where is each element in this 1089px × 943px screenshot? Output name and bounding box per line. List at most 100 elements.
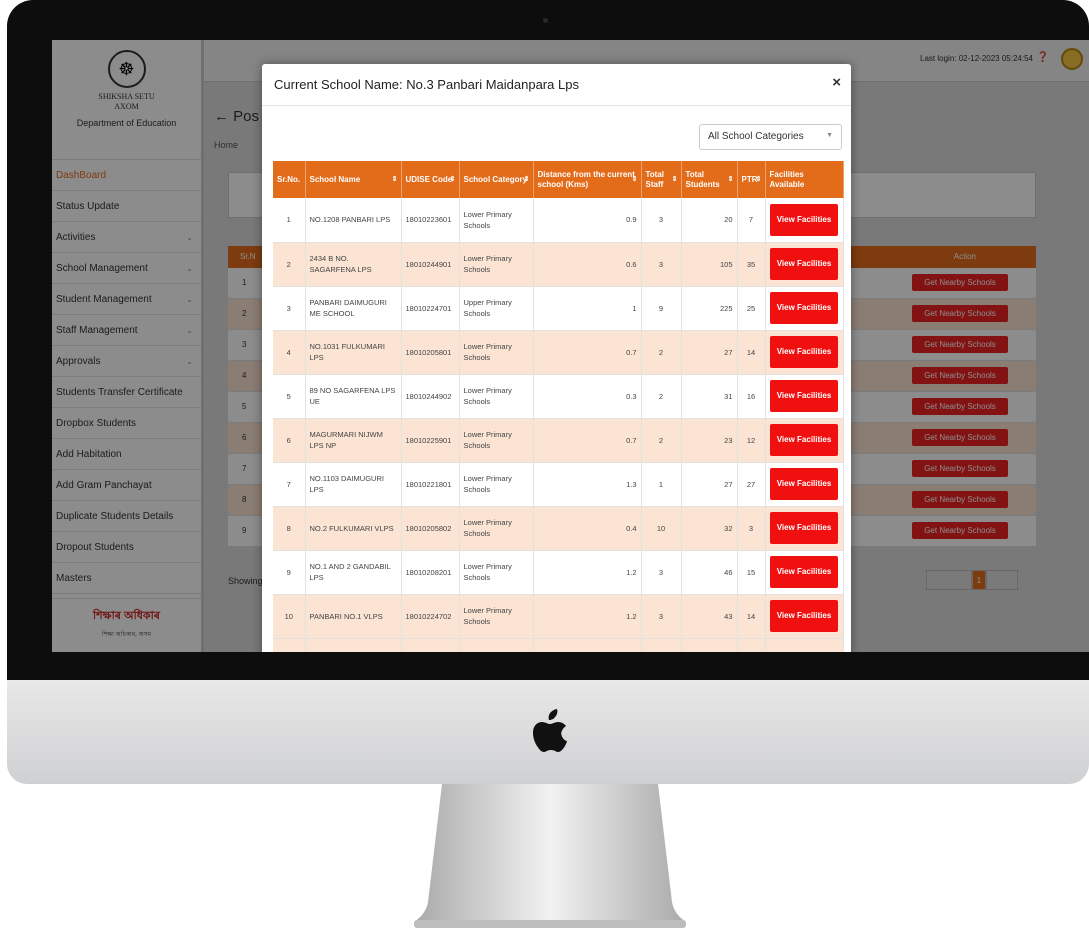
column-header-label: Total Students xyxy=(685,169,720,189)
cell-ptr: 15 xyxy=(737,550,766,595)
column-header[interactable]: UDISE Code ⇕ xyxy=(401,161,460,198)
table-row: 9 NO.1 AND 2 GANDABIL LPS 18010208201 Lower… xyxy=(273,550,844,595)
cell-udise: 18010225901 xyxy=(401,418,460,463)
cell-distance: 0.7 xyxy=(533,418,642,463)
cell-ptr: 3 xyxy=(737,506,766,551)
get-nearby-schools-button[interactable]: Get Nearby Schools xyxy=(912,398,1008,415)
cell-udise: 18010208201 xyxy=(401,550,460,595)
get-nearby-schools-button[interactable]: Get Nearby Schools xyxy=(912,367,1008,384)
sidebar-item-label: Add Gram Panchayat xyxy=(56,479,152,491)
empty-cell xyxy=(641,638,682,652)
avatar[interactable] xyxy=(1061,48,1083,70)
cell-category: Lower Primary Schools xyxy=(459,418,534,463)
cell-sr: 4 xyxy=(273,330,306,375)
sidebar-item-label: Dropbox Students xyxy=(56,417,137,429)
get-nearby-schools-button[interactable]: Get Nearby Schools xyxy=(912,274,1008,291)
sort-icon[interactable]: ⇕ xyxy=(392,175,398,185)
view-facilities-button[interactable]: View Facilities xyxy=(770,600,838,632)
bg-row-number: 3 xyxy=(242,340,247,349)
sidebar-item[interactable]: Duplicate Students Details xyxy=(52,501,201,532)
sidebar-item-label: Activities xyxy=(56,231,96,243)
cell-udise: 18010221801 xyxy=(401,462,460,507)
sidebar-item[interactable]: Dropbox Students xyxy=(52,408,201,439)
sort-icon[interactable]: ⇕ xyxy=(450,175,456,185)
column-header[interactable]: School Category ⇕ xyxy=(459,161,534,198)
view-facilities-button[interactable]: View Facilities xyxy=(770,203,838,236)
get-nearby-schools-button[interactable]: Get Nearby Schools xyxy=(912,429,1008,446)
column-header-label: Sr.No. xyxy=(277,174,301,184)
cell-name: NO.1031 FULKUMARI LPS xyxy=(305,330,402,375)
department-name: Department of Education xyxy=(76,118,177,128)
sidebar-item-label: Staff Management xyxy=(56,324,138,336)
view-facilities-button[interactable]: View Facilities xyxy=(770,336,838,368)
cell-category: Lower Primary Schools xyxy=(459,330,534,375)
cell-students: 27 xyxy=(681,462,738,507)
next-page-button[interactable] xyxy=(986,570,1018,590)
sort-icon[interactable]: ⇕ xyxy=(632,175,638,185)
sidebar-item[interactable]: Add Habitation xyxy=(52,439,201,470)
column-header[interactable]: PTR ⇕ xyxy=(737,161,766,198)
sort-icon[interactable]: ⇕ xyxy=(728,175,734,185)
breadcrumb[interactable]: Home xyxy=(214,140,238,150)
get-nearby-schools-button[interactable]: Get Nearby Schools xyxy=(912,522,1008,539)
table-row: 1 NO.1208 PANBARI LPS 18010223601 Lower Pri… xyxy=(273,198,844,243)
sidebar-item[interactable]: Dropout Students xyxy=(52,532,201,563)
bg-row-number: 6 xyxy=(242,433,247,442)
current-page-button[interactable]: 1 xyxy=(972,570,986,590)
view-facilities-button[interactable]: View Facilities xyxy=(770,468,838,500)
sidebar-item[interactable]: Status Update xyxy=(52,191,201,222)
table-body: 1 NO.1208 PANBARI LPS 18010223601 Lower Pri… xyxy=(273,198,844,652)
cell-students: 105 xyxy=(681,242,738,287)
view-facilities-button[interactable]: View Facilities xyxy=(770,512,838,544)
cell-staff: 3 xyxy=(641,550,682,595)
column-header[interactable]: Total Students ⇕ xyxy=(681,161,738,198)
sidebar-item[interactable]: Student Management ⌄ xyxy=(52,284,201,315)
chevron-down-icon: ⌄ xyxy=(186,263,193,273)
sidebar-item[interactable]: DashBoard xyxy=(52,160,201,191)
apple-logo-icon xyxy=(533,709,567,752)
view-facilities-button[interactable]: View Facilities xyxy=(770,556,838,588)
cell-distance: 0.6 xyxy=(533,242,642,287)
bg-row-number: 4 xyxy=(242,371,247,380)
prev-page-button[interactable] xyxy=(926,570,972,590)
view-facilities-button[interactable]: View Facilities xyxy=(770,248,838,280)
sort-icon[interactable]: ⇕ xyxy=(524,175,530,185)
sidebar-item-label: School Management xyxy=(56,262,148,274)
sidebar-item[interactable]: School Management ⌄ xyxy=(52,253,201,284)
sidebar-item-label: Masters xyxy=(56,572,92,584)
page-title[interactable]: ← Pos xyxy=(214,108,259,125)
sidebar-item[interactable]: Activities ⌄ xyxy=(52,222,201,253)
column-header[interactable]: School Name ⇕ xyxy=(305,161,402,198)
cell-staff: 3 xyxy=(641,198,682,243)
cell-category: Lower Primary Schools xyxy=(459,242,534,287)
get-nearby-schools-button[interactable]: Get Nearby Schools xyxy=(912,460,1008,477)
column-header-label: Facilities Available xyxy=(769,169,805,189)
table-row: 10 PANBARI NO.1 VLPS 18010224702 Lower Prim… xyxy=(273,594,844,639)
help-icon[interactable]: ❓ xyxy=(1037,52,1049,63)
get-nearby-schools-button[interactable]: Get Nearby Schools xyxy=(912,305,1008,322)
cell-udise: 18010224701 xyxy=(401,286,460,331)
sort-icon[interactable]: ⇕ xyxy=(672,175,678,185)
close-icon[interactable]: × xyxy=(832,74,841,91)
column-header-label: UDISE Code xyxy=(405,174,453,184)
table-row: 6 MAGURMARI NIJWM LPS NP 18010225901 Lower … xyxy=(273,418,844,463)
column-header[interactable]: Total Staff ⇕ xyxy=(641,161,682,198)
get-nearby-schools-button[interactable]: Get Nearby Schools xyxy=(912,491,1008,508)
view-facilities-button[interactable]: View Facilities xyxy=(770,424,838,456)
column-header[interactable]: Sr.No. xyxy=(273,161,306,198)
sidebar-item[interactable]: Approvals ⌄ xyxy=(52,346,201,377)
cell-sr: 6 xyxy=(273,418,306,463)
chevron-down-icon: ⌄ xyxy=(186,356,193,366)
get-nearby-schools-button[interactable]: Get Nearby Schools xyxy=(912,336,1008,353)
view-facilities-button[interactable]: View Facilities xyxy=(770,380,838,412)
sidebar-item[interactable]: Add Gram Panchayat xyxy=(52,470,201,501)
column-header[interactable]: Distance from the current school (Kms) ⇕ xyxy=(533,161,642,198)
sidebar-item[interactable]: Staff Management ⌄ xyxy=(52,315,201,346)
view-facilities-button[interactable]: View Facilities xyxy=(770,292,838,324)
sidebar-item[interactable]: Students Transfer Certificate xyxy=(52,377,201,408)
imac-stand xyxy=(414,784,686,928)
sidebar-item[interactable]: Masters xyxy=(52,563,201,594)
sort-icon[interactable]: ⇕ xyxy=(756,175,762,185)
school-category-select[interactable]: All School Categories ▼ xyxy=(699,124,842,150)
column-header[interactable]: Facilities Available xyxy=(765,161,844,198)
